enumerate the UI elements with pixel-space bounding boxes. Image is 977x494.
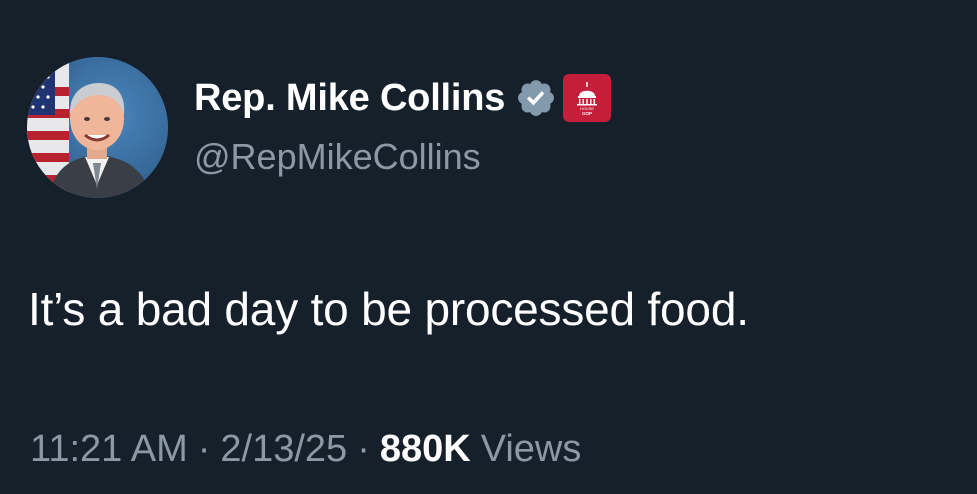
- meta-separator: ·: [357, 428, 370, 470]
- tweet-text: It’s a bad day to be processed food.: [28, 283, 749, 335]
- author-name-row: Rep. Mike Collins HOUSE GOP: [194, 72, 612, 124]
- author-avatar[interactable]: [27, 57, 168, 198]
- tweet-time[interactable]: 11:21 AM: [30, 428, 188, 471]
- author-display-name[interactable]: Rep. Mike Collins: [194, 77, 505, 120]
- views-label: Views: [480, 428, 582, 470]
- tweet-card: Rep. Mike Collins HOUSE GOP @RepMikeColl…: [0, 0, 977, 494]
- verified-badge-icon: [515, 77, 557, 119]
- house-gop-affiliation-badge[interactable]: HOUSE GOP: [563, 74, 612, 122]
- tweet-meta: 11:21 AM · 2/13/25 · 880K Views: [30, 428, 581, 471]
- tweet-date[interactable]: 2/13/25: [220, 428, 347, 471]
- meta-separator: ·: [197, 428, 211, 470]
- capitol-dome-icon: HOUSE GOP: [577, 82, 598, 116]
- avatar-image: [27, 57, 168, 198]
- views-count[interactable]: 880K: [380, 428, 471, 471]
- affiliation-badge-text-2: GOP: [582, 111, 592, 116]
- author-handle[interactable]: @RepMikeCollins: [194, 136, 481, 178]
